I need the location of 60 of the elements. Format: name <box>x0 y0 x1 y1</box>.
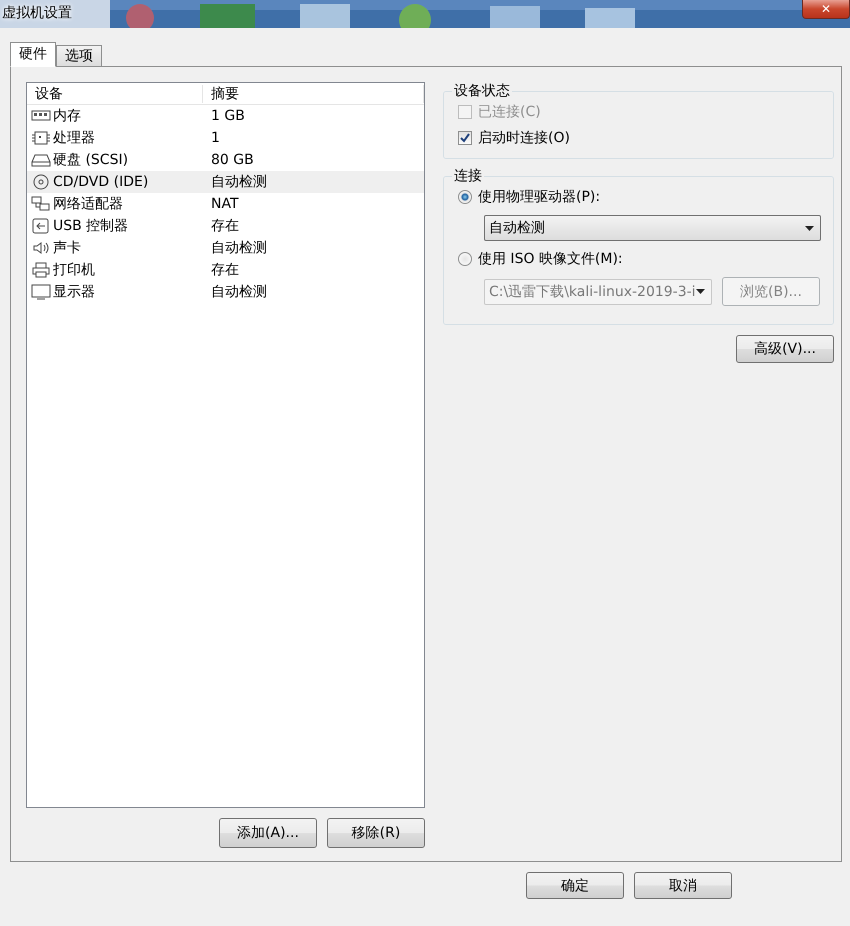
tab[interactable]: 选项 <box>56 45 102 66</box>
device-summary: 1 GB <box>210 108 246 124</box>
monitor-icon <box>31 284 51 300</box>
window-title: 虚拟机设置 <box>2 4 72 22</box>
device-row[interactable]: USB 控制器 存在 <box>27 215 424 237</box>
device-summary: 存在 <box>210 261 240 279</box>
disc-icon <box>31 174 51 190</box>
chip-icon <box>31 130 51 146</box>
device-name: 显示器 <box>53 283 95 301</box>
device-summary: 1 <box>210 130 221 146</box>
tab[interactable]: 硬件 <box>10 42 56 67</box>
memory-icon <box>31 109 51 123</box>
device-summary: 自动检测 <box>210 283 268 301</box>
device-summary: 存在 <box>210 217 240 235</box>
radio-label: 使用 ISO 映像文件(M): <box>478 250 623 268</box>
device-row[interactable]: 处理器 1 <box>27 127 424 149</box>
remove-button[interactable]: 移除(R) <box>326 818 425 848</box>
close-button[interactable]: ✕ <box>802 0 850 19</box>
check-icon <box>460 133 470 143</box>
device-name: 处理器 <box>53 129 95 147</box>
column-header[interactable]: 设备 <box>27 84 203 102</box>
checkbox-label: 启动时连接(O) <box>478 129 570 147</box>
column-header[interactable]: 摘要 <box>203 84 424 102</box>
speaker-icon <box>31 240 51 256</box>
device-row[interactable]: 内存 1 GB <box>27 105 424 127</box>
usb-icon <box>31 218 51 234</box>
device-row[interactable]: 硬盘 (SCSI) 80 GB <box>27 149 424 171</box>
device-row[interactable]: 声卡 自动检测 <box>27 237 424 259</box>
advanced-button[interactable]: 高级(V)... <box>736 335 834 363</box>
device-summary: 自动检测 <box>210 173 268 191</box>
device-row[interactable]: 网络适配器 NAT <box>27 193 424 215</box>
group-title: 连接 <box>452 167 483 185</box>
caret-icon <box>696 289 705 294</box>
printer-icon <box>31 262 51 278</box>
device-name: 硬盘 (SCSI) <box>53 151 128 169</box>
group-title: 设备状态 <box>452 82 511 100</box>
checkbox-label: 已连接(C) <box>478 103 541 121</box>
device-name: 打印机 <box>53 261 95 279</box>
cancel-button[interactable]: 取消 <box>634 872 732 899</box>
device-row[interactable]: 显示器 自动检测 <box>27 281 424 303</box>
add-button[interactable]: 添加(A)... <box>218 818 317 848</box>
caret-icon <box>805 226 814 230</box>
radio-label: 使用物理驱动器(P): <box>478 188 600 206</box>
radio-button[interactable] <box>458 252 472 266</box>
iso-path-dropdown[interactable]: C:\迅雷下载\kali-linux-2019-3-i <box>484 278 712 304</box>
device-name: 网络适配器 <box>53 195 123 213</box>
drive-dropdown[interactable]: 自动检测 <box>484 215 821 241</box>
device-summary: 自动检测 <box>210 239 268 257</box>
device-name: CD/DVD (IDE) <box>53 174 148 190</box>
device-name: USB 控制器 <box>53 217 128 235</box>
checkbox[interactable] <box>458 131 472 145</box>
device-row[interactable]: 打印机 存在 <box>27 259 424 281</box>
device-name: 内存 <box>53 107 81 125</box>
ok-button[interactable]: 确定 <box>526 872 624 899</box>
device-summary: 80 GB <box>210 152 255 168</box>
device-summary: NAT <box>210 196 240 212</box>
device-name: 声卡 <box>53 239 81 257</box>
radio-button[interactable] <box>458 190 472 204</box>
network-icon <box>31 196 51 212</box>
device-row[interactable]: CD/DVD (IDE) 自动检测 <box>27 171 424 193</box>
